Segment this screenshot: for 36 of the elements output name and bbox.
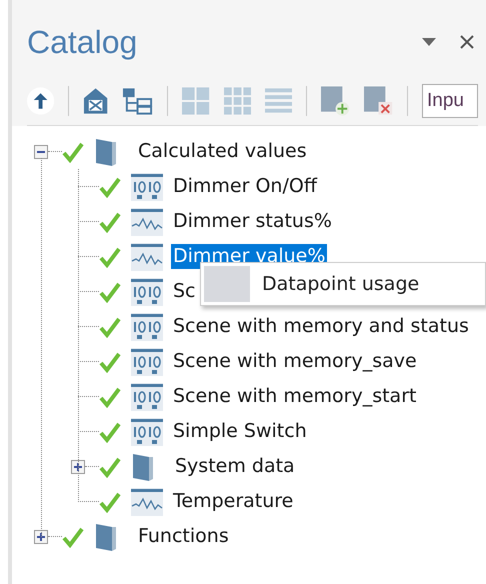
wave-icon xyxy=(131,488,163,516)
close-icon[interactable] xyxy=(460,35,474,49)
folder-remove-icon[interactable] xyxy=(364,86,394,116)
menu-icon-gutter xyxy=(204,266,250,302)
binary-value-icon xyxy=(131,382,163,410)
binary-value-icon xyxy=(131,312,163,340)
binary-value-icon xyxy=(131,418,163,446)
tree-item-label[interactable]: Functions xyxy=(136,524,231,550)
folder-icon xyxy=(94,522,118,550)
panel-title: Catalog xyxy=(27,23,138,62)
tree-item-label[interactable]: Calculated values xyxy=(136,138,309,164)
tree-view-icon[interactable] xyxy=(122,86,154,114)
tree-item-label[interactable]: Dimmer On/Off xyxy=(171,174,319,200)
binary-value-icon xyxy=(131,278,163,306)
tree-item-label[interactable]: Sc xyxy=(171,278,198,304)
tree-item-label[interactable]: System data xyxy=(173,454,297,480)
folder-icon xyxy=(94,138,118,166)
search-field[interactable]: Inpu xyxy=(422,84,478,118)
folder-icon xyxy=(131,452,155,480)
wave-icon xyxy=(131,208,163,236)
tree-item-label[interactable]: Temperature xyxy=(171,488,296,514)
binary-value-icon xyxy=(131,172,163,200)
expand-icon[interactable] xyxy=(34,530,48,544)
tree-item-label[interactable]: Simple Switch xyxy=(171,418,309,444)
tree-item-label[interactable]: Scene with memory and status xyxy=(171,314,471,340)
tree-item-label[interactable]: Dimmer status% xyxy=(171,208,334,234)
menu-item[interactable]: Datapoint usage xyxy=(262,270,420,298)
tree-item-label[interactable]: Scene with memory_start xyxy=(171,384,418,410)
dropdown-icon[interactable] xyxy=(422,38,436,46)
collapse-icon[interactable] xyxy=(34,144,48,158)
house-icon[interactable] xyxy=(83,86,108,114)
expand-icon[interactable] xyxy=(71,460,85,474)
binary-value-icon xyxy=(131,348,163,376)
folder-add-icon[interactable] xyxy=(320,86,350,116)
tree-item-label[interactable]: Scene with memory_save xyxy=(171,348,419,374)
wave-icon xyxy=(131,242,163,270)
